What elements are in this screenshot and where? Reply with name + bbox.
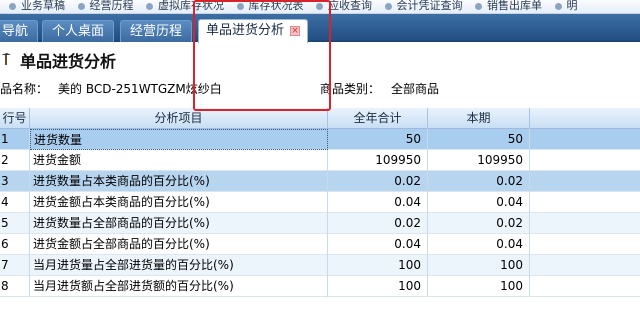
bullet-icon bbox=[146, 2, 153, 10]
item-name: 当月进货额占全部进货额的百分比(%) bbox=[30, 276, 328, 297]
table-row[interactable]: 7 当月进货量占全部进货量的百分比(%) 100 100 bbox=[0, 255, 640, 276]
product-label: 品名称： bbox=[0, 82, 49, 96]
bullet-icon bbox=[384, 2, 392, 10]
row-number: 7 bbox=[0, 255, 30, 276]
table-row[interactable]: 3 进货数量占本类商品的百分比(%) 0.02 0.02 bbox=[0, 171, 640, 192]
bullet-icon bbox=[77, 2, 85, 10]
bullet-icon bbox=[554, 2, 562, 10]
annual-total-value: 109950 bbox=[328, 150, 428, 171]
quick-link-drafts[interactable]: 业务草稿 bbox=[0, 0, 65, 12]
column-header-annual-total[interactable]: 全年合计 bbox=[328, 108, 428, 129]
annual-total-value: 50 bbox=[328, 129, 428, 150]
current-period-value: 100 bbox=[428, 276, 530, 297]
current-period-value: 0.02 bbox=[428, 213, 530, 234]
current-period-value: 0.04 bbox=[428, 192, 530, 213]
annual-total-value: 0.04 bbox=[328, 234, 428, 255]
item-name: 进货数量占全部商品的百分比(%) bbox=[30, 213, 328, 234]
page-title: 单品进货分析 bbox=[20, 52, 117, 71]
row-number: 1 bbox=[0, 129, 30, 150]
row-number: 6 bbox=[0, 234, 30, 255]
row-number: 2 bbox=[0, 150, 30, 171]
table-row[interactable]: 1 进货数量 50 50 bbox=[0, 129, 640, 150]
annual-total-value: 100 bbox=[328, 255, 428, 276]
item-name: 进货数量 bbox=[30, 129, 328, 150]
annual-total-value: 100 bbox=[328, 276, 428, 297]
category-value: 全部商品 bbox=[391, 82, 440, 96]
table-row[interactable]: 8 当月进货额占全部进货额的百分比(%) 100 100 bbox=[0, 276, 640, 297]
quick-link-history[interactable]: 经营历程 bbox=[69, 0, 134, 12]
item-name: 进货数量占本类商品的百分比(%) bbox=[30, 171, 328, 192]
tab-navigation[interactable]: 导航 bbox=[0, 20, 38, 42]
highlight-annotation bbox=[193, 0, 331, 111]
current-period-value: 50 bbox=[428, 129, 530, 150]
column-header-row-no[interactable]: 行号 bbox=[0, 108, 30, 129]
column-header-current-period[interactable]: 本期 bbox=[428, 108, 530, 129]
table-header: 行号 分析项目 全年合计 本期 bbox=[0, 108, 640, 129]
item-name: 进货金额 bbox=[30, 150, 328, 171]
item-name: 进货金额占本类商品的百分比(%) bbox=[30, 192, 328, 213]
row-number: 3 bbox=[0, 171, 30, 192]
current-period-value: 0.02 bbox=[428, 171, 530, 192]
quick-link-more[interactable]: 明 bbox=[546, 0, 578, 12]
annual-total-value: 0.04 bbox=[328, 192, 428, 213]
item-name: 进货金额占全部商品的百分比(%) bbox=[30, 234, 328, 255]
row-number: 4 bbox=[0, 192, 30, 213]
pick-hammer-icon bbox=[1, 53, 11, 65]
row-number: 8 bbox=[0, 276, 30, 297]
current-period-value: 0.04 bbox=[428, 234, 530, 255]
quick-link-vouchers[interactable]: 会计凭证查询 bbox=[376, 0, 463, 12]
current-period-value: 100 bbox=[428, 255, 530, 276]
item-name: 当月进货量占全部进货量的百分比(%) bbox=[30, 255, 328, 276]
column-header-item[interactable]: 分析项目 bbox=[30, 108, 328, 129]
bullet-icon bbox=[475, 2, 482, 10]
bullet-icon bbox=[9, 2, 16, 10]
table-row[interactable]: 4 进货金额占本类商品的百分比(%) 0.04 0.04 bbox=[0, 192, 640, 213]
table-row[interactable]: 6 进货金额占全部商品的百分比(%) 0.04 0.04 bbox=[0, 234, 640, 255]
tab-history[interactable]: 经营历程 bbox=[120, 20, 192, 42]
tab-desktop[interactable]: 个人桌面 bbox=[42, 20, 114, 42]
annual-total-value: 0.02 bbox=[328, 171, 428, 192]
row-number: 5 bbox=[0, 213, 30, 234]
annual-total-value: 0.02 bbox=[328, 213, 428, 234]
table-row[interactable]: 2 进货金额 109950 109950 bbox=[0, 150, 640, 171]
quick-link-sales-out[interactable]: 销售出库单 bbox=[466, 0, 542, 12]
table-row[interactable]: 5 进货数量占全部商品的百分比(%) 0.02 0.02 bbox=[0, 213, 640, 234]
current-period-value: 109950 bbox=[428, 150, 530, 171]
